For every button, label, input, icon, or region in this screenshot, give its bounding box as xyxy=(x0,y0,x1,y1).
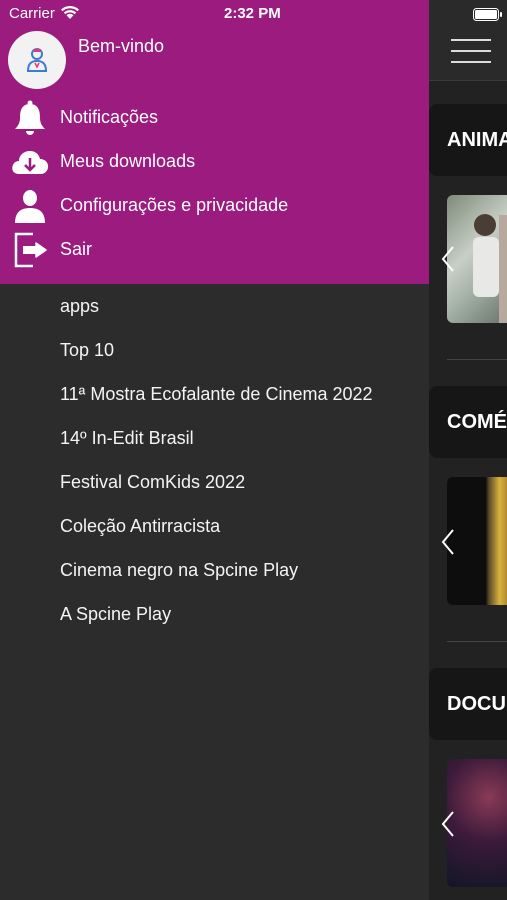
section-header-animation[interactable]: ANIMAÇÃO xyxy=(429,104,507,176)
menu-item-notifications[interactable]: Notificações xyxy=(0,96,429,140)
user-avatar-icon xyxy=(26,48,48,72)
divider xyxy=(429,80,507,81)
welcome-text: Bem-vindo xyxy=(78,36,165,56)
clock: 2:32 PM xyxy=(224,5,281,22)
category-item-ecofalante[interactable]: 11ª Mostra Ecofalante de Cinema 2022 xyxy=(60,384,373,405)
chevron-left-icon[interactable] xyxy=(439,244,457,274)
wifi-icon xyxy=(61,5,79,19)
chevron-left-icon[interactable] xyxy=(439,527,457,557)
drawer-header: Carrier 2:32 PM Bem-vindo Notificações M… xyxy=(0,0,429,284)
divider xyxy=(447,641,507,642)
battery-icon xyxy=(473,8,502,21)
section-header-comedy[interactable]: COMÉDIA xyxy=(429,386,507,458)
menu-item-label: Notificações xyxy=(60,107,159,127)
category-item-apps[interactable]: apps xyxy=(60,296,99,317)
category-item-in-edit[interactable]: 14º In-Edit Brasil xyxy=(60,428,194,449)
category-item-cinema-negro[interactable]: Cinema negro na Spcine Play xyxy=(60,560,298,581)
category-item-spcine-play[interactable]: A Spcine Play xyxy=(60,604,171,625)
logout-icon xyxy=(14,232,47,268)
cloud-download-icon xyxy=(12,151,49,174)
bell-icon xyxy=(15,100,45,135)
menu-item-logout[interactable]: Sair xyxy=(0,228,429,272)
chevron-left-icon[interactable] xyxy=(439,809,457,839)
menu-item-label: Meus downloads xyxy=(60,151,196,171)
main-content: ANIMAÇÃO COMÉDIA DOCUMENTÁRIO xyxy=(429,0,507,900)
divider xyxy=(447,359,507,360)
category-item-top10[interactable]: Top 10 xyxy=(60,340,114,361)
menu-item-label: Sair xyxy=(60,239,93,259)
top-bar xyxy=(429,0,507,80)
section-header-documentary[interactable]: DOCUMENTÁRIO xyxy=(429,668,507,740)
side-drawer: Carrier 2:32 PM Bem-vindo Notificações M… xyxy=(0,0,429,900)
user-icon xyxy=(15,190,45,223)
category-item-antirracista[interactable]: Coleção Antirracista xyxy=(60,516,220,537)
menu-item-settings-privacy[interactable]: Configurações e privacidade xyxy=(0,184,429,228)
menu-item-label: Configurações e privacidade xyxy=(60,195,289,215)
menu-item-downloads[interactable]: Meus downloads xyxy=(0,140,429,184)
category-item-comkids[interactable]: Festival ComKids 2022 xyxy=(60,472,245,493)
avatar[interactable] xyxy=(8,31,66,89)
carrier-label: Carrier xyxy=(9,5,55,22)
hamburger-menu-button[interactable] xyxy=(451,39,491,65)
